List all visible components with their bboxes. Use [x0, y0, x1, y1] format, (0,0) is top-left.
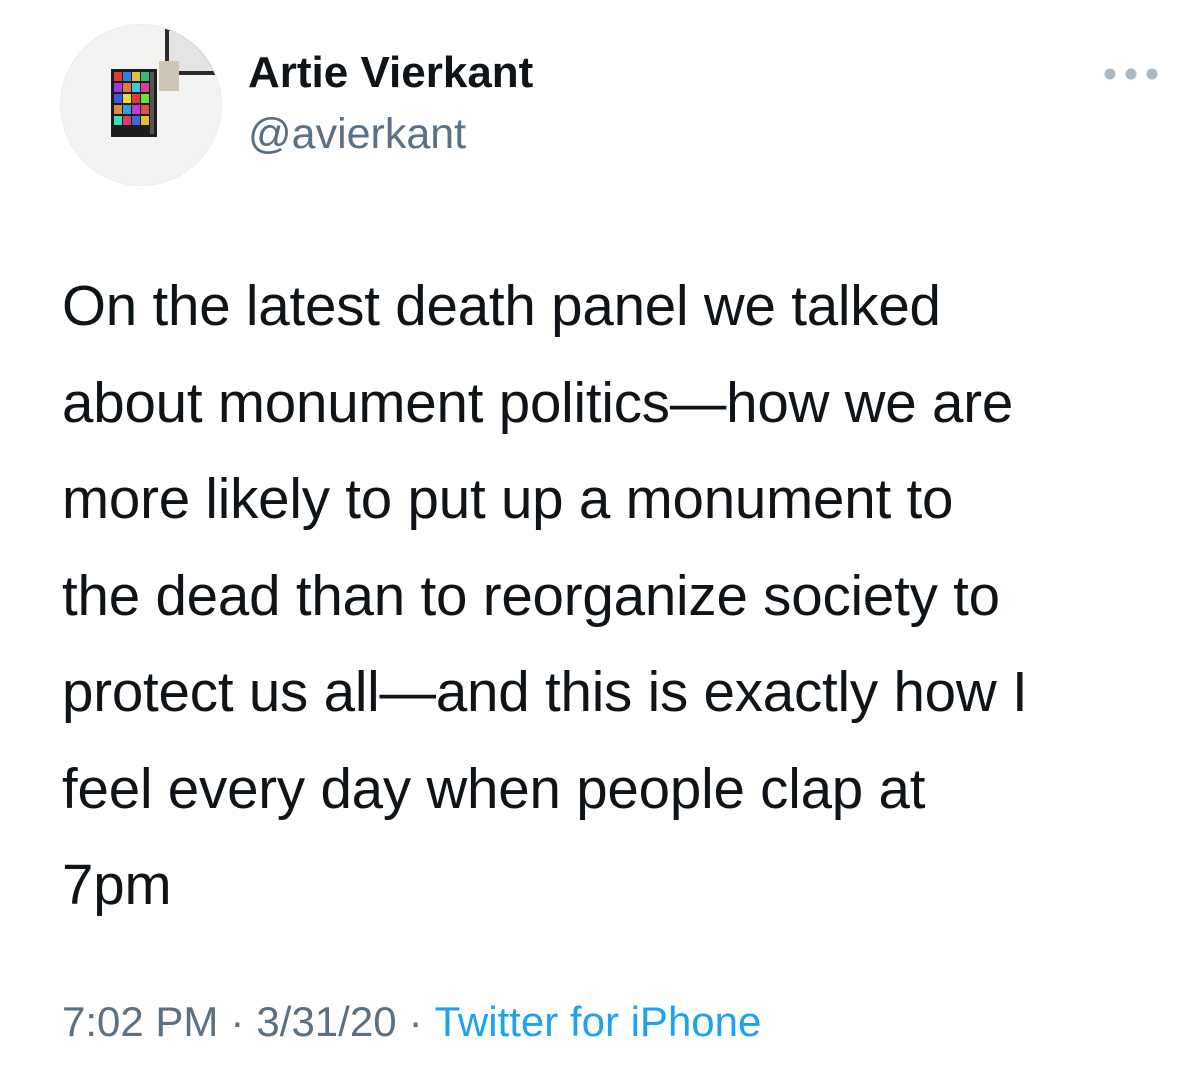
more-options-button[interactable] — [1096, 54, 1166, 94]
more-horizontal-icon — [1104, 68, 1158, 80]
separator: · — [408, 998, 423, 1045]
avatar[interactable] — [60, 24, 222, 186]
tweet-time[interactable]: 7:02 PM — [62, 998, 218, 1045]
avatar-artwork-image — [61, 25, 221, 185]
author-name[interactable]: Artie Vierkant — [248, 48, 533, 99]
separator: · — [230, 998, 245, 1045]
author-handle[interactable]: @avierkant — [248, 110, 466, 159]
tweet-text: On the latest death panel we talked abou… — [62, 274, 1028, 916]
tweet-date[interactable]: 3/31/20 — [256, 998, 396, 1045]
tweet-source-link[interactable]: Twitter for iPhone — [435, 998, 762, 1045]
tweet-metadata: 7:02 PM · 3/31/20 · Twitter for iPhone — [62, 998, 761, 1046]
tweet: Artie Vierkant @avierkant On the latest … — [0, 0, 1200, 1070]
